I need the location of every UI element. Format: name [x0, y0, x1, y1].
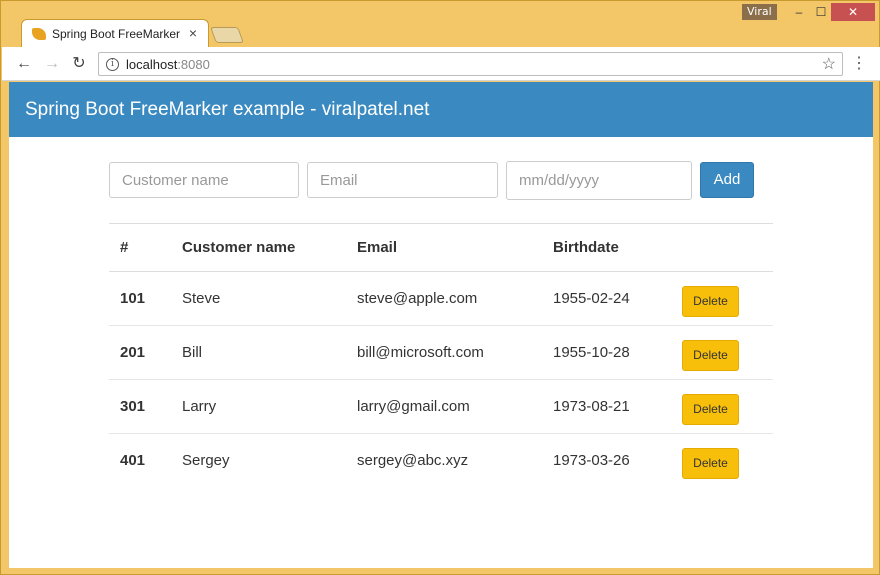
- customer-name-input[interactable]: [109, 162, 299, 198]
- action-cell: Delete: [671, 379, 773, 434]
- page-header: Spring Boot FreeMarker example - viralpa…: [9, 82, 873, 137]
- customer-name: Bill: [171, 325, 346, 380]
- delete-button[interactable]: Delete: [682, 286, 739, 317]
- reload-icon[interactable]: ↻: [68, 53, 90, 75]
- close-window-icon[interactable]: ✕: [831, 3, 875, 21]
- customer-birthdate: 1955-10-28: [542, 325, 671, 380]
- customer-id: 101: [109, 271, 171, 326]
- customer-table: # Customer name Email Birthdate 101 Stev…: [109, 223, 773, 488]
- customer-birthdate: 1955-02-24: [542, 271, 671, 326]
- tab-close-icon[interactable]: ×: [185, 25, 201, 41]
- column-header-email: Email: [346, 223, 542, 272]
- delete-button[interactable]: Delete: [682, 340, 739, 371]
- table-row: 301 Larry larry@gmail.com 1973-08-21 Del…: [109, 379, 773, 434]
- page-content: Spring Boot FreeMarker example - viralpa…: [9, 82, 873, 568]
- customer-name: Steve: [171, 271, 346, 326]
- url-host: localhost: [126, 57, 178, 72]
- profile-badge[interactable]: Viral: [742, 4, 777, 20]
- column-header-name: Customer name: [171, 223, 346, 272]
- customer-email: sergey@abc.xyz: [346, 433, 542, 488]
- table-row: 201 Bill bill@microsoft.com 1955-10-28 D…: [109, 325, 773, 380]
- browser-tab[interactable]: Spring Boot FreeMarker ×: [21, 19, 209, 47]
- customer-email: bill@microsoft.com: [346, 325, 542, 380]
- delete-button[interactable]: Delete: [682, 394, 739, 425]
- favicon-icon: [32, 28, 46, 40]
- column-header-id: #: [109, 223, 171, 272]
- tab-title: Spring Boot FreeMarker: [52, 27, 181, 41]
- customer-id: 201: [109, 325, 171, 380]
- delete-button[interactable]: Delete: [682, 448, 739, 480]
- action-cell: Delete: [671, 325, 773, 380]
- action-cell: Delete: [671, 271, 773, 326]
- customer-name: Sergey: [171, 433, 346, 488]
- column-header-action: [671, 223, 773, 272]
- customer-birthdate: 1973-03-26: [542, 433, 671, 488]
- new-tab-button[interactable]: [210, 27, 244, 43]
- url-port: :8080: [177, 57, 210, 72]
- customer-birthdate: 1973-08-21: [542, 379, 671, 434]
- email-input[interactable]: [307, 162, 498, 198]
- table-row: 401 Sergey sergey@abc.xyz 1973-03-26 Del…: [109, 433, 773, 488]
- info-icon[interactable]: i: [106, 58, 119, 71]
- page-title: Spring Boot FreeMarker example - viralpa…: [25, 99, 430, 120]
- customer-id: 401: [109, 433, 171, 488]
- browser-menu-icon[interactable]: ⋮: [851, 53, 867, 75]
- bookmark-star-icon[interactable]: ☆: [822, 54, 836, 74]
- customer-id: 301: [109, 379, 171, 434]
- customer-name: Larry: [171, 379, 346, 434]
- forward-icon[interactable]: →: [41, 53, 63, 75]
- title-bar: Viral ‒ ☐ ✕ Spring Boot FreeMarker ×: [1, 1, 880, 47]
- customer-email: larry@gmail.com: [346, 379, 542, 434]
- browser-window: Viral ‒ ☐ ✕ Spring Boot FreeMarker × ← →…: [0, 0, 880, 575]
- customer-email: steve@apple.com: [346, 271, 542, 326]
- column-header-birthdate: Birthdate: [542, 223, 671, 272]
- birthdate-input[interactable]: [506, 161, 692, 200]
- action-cell: Delete: [671, 433, 773, 488]
- url-text: localhost:8080: [126, 57, 210, 72]
- table-header-row: # Customer name Email Birthdate: [109, 223, 773, 272]
- browser-toolbar: ← → ↻ i localhost:8080 ☆ ⋮: [2, 47, 880, 81]
- add-button[interactable]: Add: [700, 162, 754, 198]
- address-bar[interactable]: i localhost:8080 ☆: [98, 52, 843, 76]
- back-icon[interactable]: ←: [13, 53, 35, 75]
- table-row: 101 Steve steve@apple.com 1955-02-24 Del…: [109, 271, 773, 326]
